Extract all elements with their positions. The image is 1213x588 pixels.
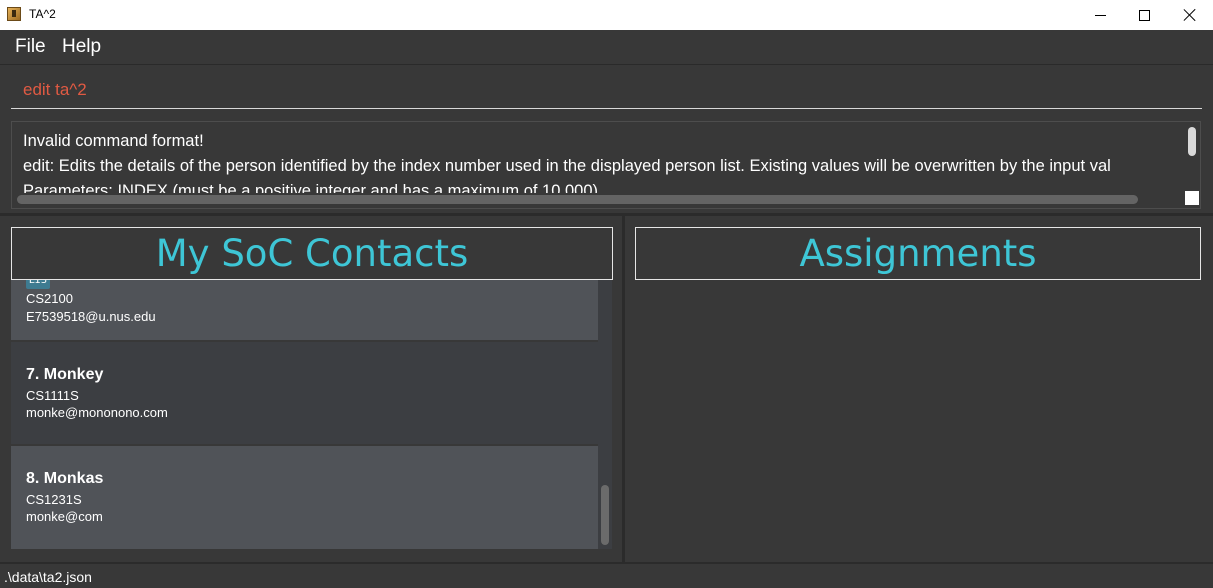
window-title: TA^2	[29, 7, 56, 21]
menu-help[interactable]: Help	[62, 36, 101, 58]
list-item[interactable]: 8. Monkas CS1231S monke@com	[11, 446, 598, 549]
close-icon	[1183, 8, 1197, 22]
list-item[interactable]: 7. Monkey CS1111S monke@mononono.com	[11, 342, 598, 444]
person-name: 8. Monkas	[26, 470, 104, 487]
result-line: Invalid command format!	[23, 132, 204, 150]
result-vertical-scroll-thumb[interactable]	[1188, 127, 1196, 156]
data-file-path: .\data\ta2.json	[4, 569, 92, 585]
command-box	[11, 72, 1202, 109]
person-name: 7. Monkey	[26, 366, 104, 383]
person-email: E7539518@u.nus.edu	[26, 309, 156, 324]
menu-bar: File Help	[0, 30, 1213, 65]
window-title-bar: TA^2	[0, 0, 1213, 30]
person-email: monke@com	[26, 509, 103, 524]
minimize-icon	[1094, 14, 1106, 16]
status-bar: .\data\ta2.json	[0, 562, 1213, 588]
command-input[interactable]	[11, 72, 1202, 108]
scrollbar-corner	[1185, 191, 1199, 205]
maximize-button[interactable]	[1121, 0, 1167, 30]
minimize-button[interactable]	[1077, 0, 1123, 30]
person-email: monke@mononono.com	[26, 405, 168, 420]
person-module: CS2100	[26, 291, 73, 306]
result-display[interactable]: Invalid command format! edit: Edits the …	[11, 121, 1201, 209]
result-horizontal-scroll-thumb[interactable]	[17, 195, 1138, 204]
menu-file[interactable]: File	[15, 36, 46, 58]
result-line: edit: Edits the details of the person id…	[23, 157, 1111, 175]
person-module: CS1231S	[26, 492, 82, 507]
person-list-scroll-thumb[interactable]	[601, 485, 609, 545]
contacts-panel-title: My SoC Contacts	[11, 227, 613, 280]
app-icon	[7, 7, 21, 21]
person-module: CS1111S	[26, 388, 79, 403]
assignments-panel-title: Assignments	[635, 227, 1201, 280]
close-button[interactable]	[1167, 0, 1213, 30]
maximize-icon	[1138, 9, 1150, 21]
